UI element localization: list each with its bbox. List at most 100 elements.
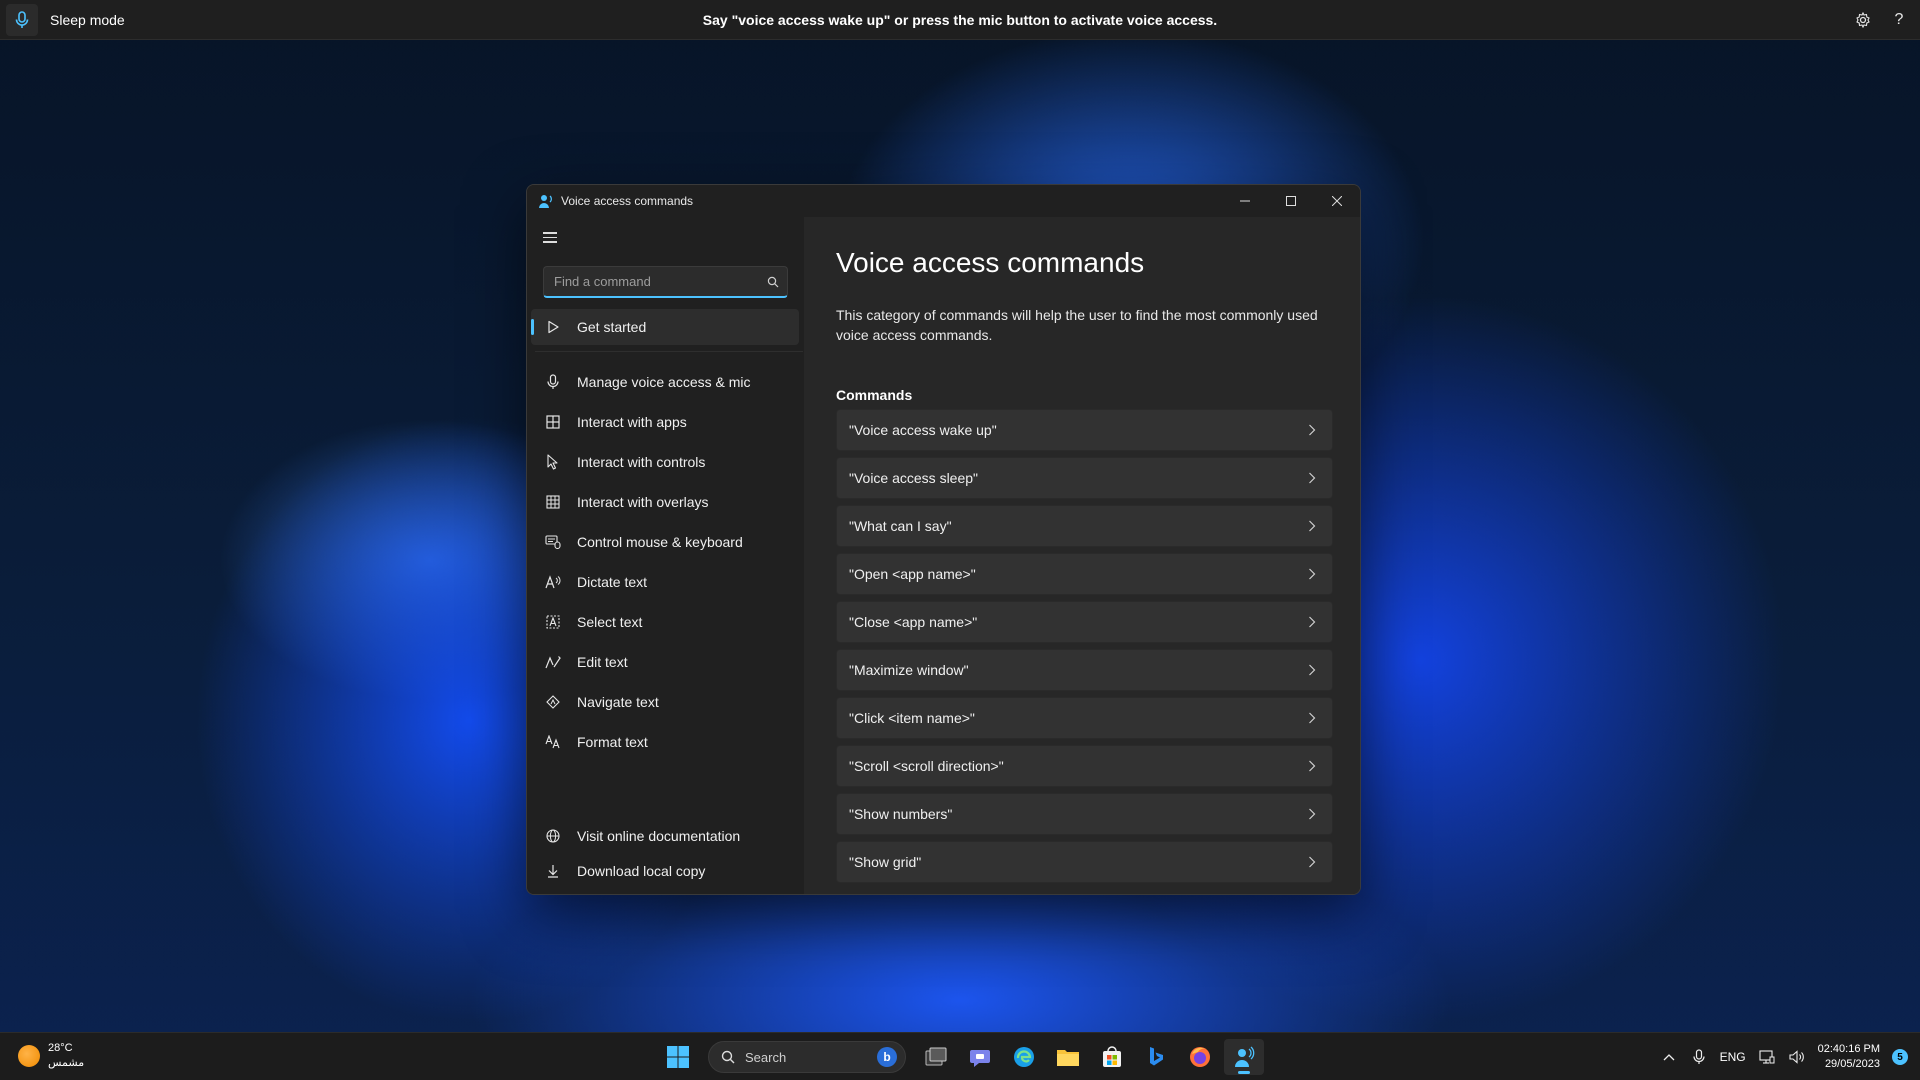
sun-icon xyxy=(18,1045,40,1067)
maximize-icon xyxy=(1286,196,1296,206)
edit-text-icon xyxy=(543,652,563,672)
chat-button[interactable] xyxy=(960,1039,1000,1075)
chevron-right-icon xyxy=(1306,712,1318,724)
command-item-close-app[interactable]: "Close <app name>" xyxy=(836,601,1333,643)
globe-icon xyxy=(543,826,563,846)
gear-icon xyxy=(1856,12,1870,28)
sidebar-item-label: Visit online documentation xyxy=(577,828,741,844)
weather-description: مشمس xyxy=(48,1057,85,1069)
voice-mode-status: Sleep mode xyxy=(50,11,125,28)
folder-icon xyxy=(1057,1050,1079,1066)
sidebar-item-interact-controls[interactable]: Interact with controls xyxy=(531,444,799,480)
command-item-maximize-window[interactable]: "Maximize window" xyxy=(836,649,1333,691)
tray-mic-button[interactable] xyxy=(1690,1048,1708,1066)
weather-temperature: 28°C xyxy=(48,1042,73,1054)
minimize-button[interactable] xyxy=(1222,185,1268,217)
network-button[interactable] xyxy=(1758,1048,1776,1066)
show-hidden-icons-button[interactable] xyxy=(1660,1048,1678,1066)
clock-date: 29/05/2023 xyxy=(1824,1058,1880,1070)
maximize-button[interactable] xyxy=(1268,185,1314,217)
sidebar-item-format-text[interactable]: Format text xyxy=(531,724,799,760)
command-label: "Open <app name>" xyxy=(849,566,976,582)
taskbar-search[interactable]: Search b xyxy=(708,1041,906,1073)
command-label: "Click <item name>" xyxy=(849,710,975,726)
store-button[interactable] xyxy=(1092,1039,1132,1075)
command-label: "Close <app name>" xyxy=(849,614,978,630)
firefox-icon xyxy=(1190,1047,1210,1067)
close-button[interactable] xyxy=(1314,185,1360,217)
command-item-click-item[interactable]: "Click <item name>" xyxy=(836,697,1333,739)
command-label: "Maximize window" xyxy=(849,662,969,678)
search-icon xyxy=(721,1050,735,1064)
weather-widget[interactable]: 28°C مشمس xyxy=(18,1041,84,1071)
sidebar-item-label: Dictate text xyxy=(577,574,648,590)
sidebar-item-label: Interact with apps xyxy=(577,414,687,430)
command-search-box[interactable] xyxy=(543,266,788,298)
play-icon xyxy=(543,317,563,337)
network-icon xyxy=(1759,1050,1775,1064)
sidebar-item-edit-text[interactable]: Edit text xyxy=(531,644,799,680)
sidebar-item-label: Select text xyxy=(577,614,643,630)
download-icon xyxy=(543,861,563,881)
bing-button[interactable] xyxy=(1136,1039,1176,1075)
sidebar-item-select-text[interactable]: Select text xyxy=(531,604,799,640)
chevron-up-icon xyxy=(1663,1054,1675,1061)
command-label: "What can I say" xyxy=(849,518,952,534)
hamburger-menu-button[interactable] xyxy=(541,229,561,249)
command-item-show-numbers[interactable]: "Show numbers" xyxy=(836,793,1333,835)
select-text-icon xyxy=(543,612,563,632)
file-explorer-button[interactable] xyxy=(1048,1039,1088,1075)
navigate-text-icon xyxy=(543,692,563,712)
clock-time: 02:40:16 PM xyxy=(1817,1043,1880,1055)
chevron-right-icon xyxy=(1306,568,1318,580)
voice-access-bar: Sleep mode Say "voice access wake up" or… xyxy=(0,0,1920,40)
mouse-keyboard-icon xyxy=(543,532,563,552)
command-item-voice-access-sleep[interactable]: "Voice access sleep" xyxy=(836,457,1333,499)
task-view-button[interactable] xyxy=(916,1039,956,1075)
command-item-what-can-i-say[interactable]: "What can I say" xyxy=(836,505,1333,547)
sidebar-item-interact-overlays[interactable]: Interact with overlays xyxy=(531,484,799,520)
chevron-right-icon xyxy=(1306,856,1318,868)
sidebar-item-dictate-text[interactable]: Dictate text xyxy=(531,564,799,600)
bing-icon: b xyxy=(877,1047,897,1067)
help-button[interactable]: ? xyxy=(1888,9,1910,31)
edge-icon xyxy=(1014,1047,1034,1067)
grid-icon xyxy=(543,492,563,512)
sidebar-item-manage-voice-access[interactable]: Manage voice access & mic xyxy=(531,364,799,400)
store-icon xyxy=(1103,1046,1121,1067)
sidebar-item-download-local-copy[interactable]: Download local copy xyxy=(531,853,799,889)
start-button[interactable] xyxy=(658,1039,698,1075)
chevron-right-icon xyxy=(1306,472,1318,484)
mic-button[interactable] xyxy=(6,3,38,36)
notification-badge[interactable]: 5 xyxy=(1892,1049,1908,1065)
input-language-indicator[interactable]: ENG xyxy=(1720,1050,1746,1064)
sidebar-item-label: Format text xyxy=(577,734,648,750)
voice-access-taskbar-button[interactable] xyxy=(1224,1039,1264,1075)
clock-button[interactable]: 02:40:16 PM 29/05/2023 xyxy=(1818,1042,1880,1072)
sidebar-item-label: Control mouse & keyboard xyxy=(577,534,743,550)
apps-icon xyxy=(543,412,563,432)
volume-button[interactable] xyxy=(1788,1048,1806,1066)
taskbar: 28°C مشمس Search b ENG 02:40:16 PM 29/05… xyxy=(0,1032,1920,1080)
mic-icon xyxy=(543,372,563,392)
command-item-scroll[interactable]: "Scroll <scroll direction>" xyxy=(836,745,1333,787)
command-item-voice-access-wake-up[interactable]: "Voice access wake up" xyxy=(836,409,1333,451)
sidebar-item-interact-apps[interactable]: Interact with apps xyxy=(531,404,799,440)
sidebar-item-get-started[interactable]: Get started xyxy=(531,309,799,345)
command-item-show-grid[interactable]: "Show grid" xyxy=(836,841,1333,883)
help-icon: ? xyxy=(1894,11,1904,28)
sidebar-item-label: Navigate text xyxy=(577,694,659,710)
bing-logo-icon xyxy=(1150,1047,1163,1066)
command-item-open-app[interactable]: "Open <app name>" xyxy=(836,553,1333,595)
sidebar-item-control-mouse-keyboard[interactable]: Control mouse & keyboard xyxy=(531,524,799,560)
firefox-button[interactable] xyxy=(1180,1039,1220,1075)
search-input[interactable] xyxy=(544,267,759,296)
content-pane: Voice access commands This category of c… xyxy=(804,217,1360,894)
title-bar[interactable]: Voice access commands xyxy=(527,185,1360,217)
sidebar-item-online-documentation[interactable]: Visit online documentation xyxy=(531,818,799,854)
edge-button[interactable] xyxy=(1004,1039,1044,1075)
windows-logo-icon xyxy=(667,1046,689,1068)
sidebar-item-navigate-text[interactable]: Navigate text xyxy=(531,684,799,720)
command-label: "Voice access sleep" xyxy=(849,470,979,486)
settings-button[interactable] xyxy=(1852,9,1874,31)
